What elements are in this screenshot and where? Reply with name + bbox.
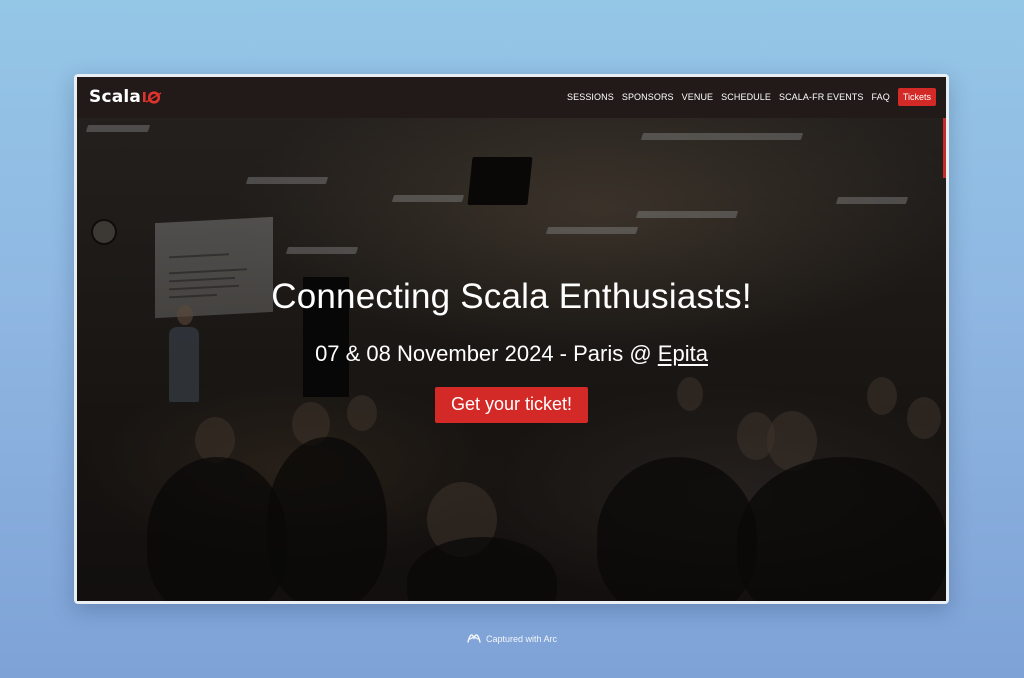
nav-tickets-button[interactable]: Tickets [897,88,936,106]
scrollbar-thumb[interactable] [943,118,946,178]
nav-link-sessions[interactable]: SESSIONS [567,92,614,102]
scala-io-logo[interactable]: Scala [89,87,163,107]
scala-io-mark-icon [143,90,163,109]
nav-links: SESSIONS SPONSORS VENUE SCHEDULE SCALA-F… [567,88,936,106]
site-navbar: Scala SESSIONS SPONSORS VENUE SCHEDULE S… [77,77,946,118]
browser-window: Scala SESSIONS SPONSORS VENUE SCHEDULE S… [74,74,949,604]
caption-text: Captured with Arc [485,634,558,644]
nav-link-scala-fr-events[interactable]: SCALA-FR EVENTS [779,92,864,102]
capture-caption: Captured with Arc [0,632,1024,646]
nav-link-venue[interactable]: VENUE [682,92,714,102]
venue-link-epita[interactable]: Epita [658,341,708,366]
get-ticket-button[interactable]: Get your ticket! [434,387,589,423]
nav-link-schedule[interactable]: SCHEDULE [721,92,771,102]
event-date-location: 07 & 08 November 2024 - Paris @ [315,341,658,366]
hero-subtitle: 07 & 08 November 2024 - Paris @ Epita [77,341,946,367]
logo-text: Scala [89,87,142,107]
hero-title: Connecting Scala Enthusiasts! [271,277,752,316]
page-scrollbar[interactable] [943,118,946,601]
hero-content: Connecting Scala Enthusiasts! 07 & 08 No… [77,277,946,423]
nav-link-sponsors[interactable]: SPONSORS [622,92,674,102]
page-viewport: Scala SESSIONS SPONSORS VENUE SCHEDULE S… [77,77,946,601]
arc-browser-icon [467,632,481,646]
nav-link-faq[interactable]: FAQ [872,92,890,102]
